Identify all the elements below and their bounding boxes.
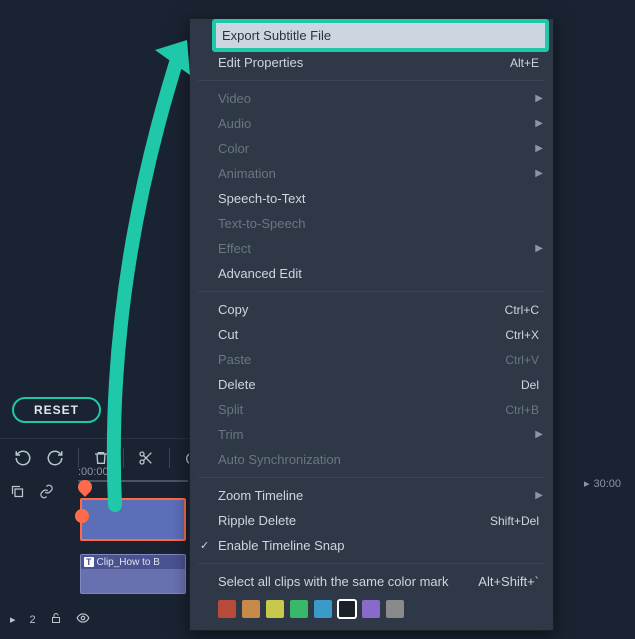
menu-item-edit-properties[interactable]: Edit PropertiesAlt+E	[190, 50, 553, 75]
menu-label: Export Subtitle File	[222, 28, 535, 43]
chevron-right-icon: ▶	[535, 429, 543, 440]
menu-label: Trim	[218, 427, 539, 442]
audio-clip[interactable]	[80, 498, 186, 541]
chevron-right-icon: ▸	[584, 477, 590, 490]
split-icon[interactable]	[138, 449, 154, 467]
menu-item-delete[interactable]: DeleteDel	[190, 372, 553, 397]
menu-item-speech-to-text[interactable]: Speech-to-Text	[190, 186, 553, 211]
menu-label: Enable Timeline Snap	[218, 538, 539, 553]
menu-label: Animation	[218, 166, 539, 181]
menu-separator	[198, 563, 545, 564]
color-swatch[interactable]	[242, 600, 260, 618]
menu-label: Edit Properties	[218, 55, 510, 70]
undo-icon[interactable]	[14, 449, 32, 467]
menu-shortcut: Ctrl+V	[505, 353, 539, 367]
redo-icon[interactable]	[46, 449, 64, 467]
chevron-right-icon: ▶	[535, 168, 543, 179]
menu-shortcut: Ctrl+B	[505, 403, 539, 417]
menu-label: Video	[218, 91, 539, 106]
menu-item-cut[interactable]: CutCtrl+X	[190, 322, 553, 347]
menu-item-advanced-edit[interactable]: Advanced Edit	[190, 261, 553, 286]
color-swatch[interactable]	[314, 600, 332, 618]
menu-item-enable-timeline-snap[interactable]: ✓ Enable Timeline Snap	[190, 533, 553, 558]
menu-label: Text-to-Speech	[218, 216, 539, 231]
ruler-line	[78, 480, 188, 482]
menu-item-paste: PasteCtrl+V	[190, 347, 553, 372]
copy-track-icon[interactable]	[10, 484, 25, 502]
menu-shortcut: Alt+E	[510, 56, 539, 70]
context-menu: Export Subtitle File Edit PropertiesAlt+E…	[189, 18, 554, 631]
menu-item-split: SplitCtrl+B	[190, 397, 553, 422]
menu-item-trim: Trim▶	[190, 422, 553, 447]
lock-icon[interactable]	[50, 612, 62, 627]
timeline-time-right: ▸ 30:00	[584, 477, 621, 490]
menu-label: Select all clips with the same color mar…	[218, 574, 448, 589]
menu-item-audio: Audio▶	[190, 111, 553, 136]
menu-item-color-mark[interactable]: Select all clips with the same color mar…	[190, 569, 553, 594]
menu-label: Color	[218, 141, 539, 156]
reset-button[interactable]: RESET	[12, 397, 101, 423]
menu-shortcut: Ctrl+X	[505, 328, 539, 342]
toolbar-divider	[169, 448, 170, 468]
menu-label: Copy	[218, 302, 505, 317]
color-swatch[interactable]	[386, 600, 404, 618]
menu-label: Effect	[218, 241, 539, 256]
menu-item-effect: Effect▶	[190, 236, 553, 261]
menu-label: Speech-to-Text	[218, 191, 539, 206]
chevron-right-icon: ▶	[535, 143, 543, 154]
menu-item-color: Color▶	[190, 136, 553, 161]
color-swatch[interactable]	[218, 600, 236, 618]
menu-item-video: Video▶	[190, 86, 553, 111]
menu-shortcut: Shift+Del	[490, 514, 539, 528]
menu-label: Cut	[218, 327, 505, 342]
menu-shortcut: Del	[521, 378, 539, 392]
menu-item-animation: Animation▶	[190, 161, 553, 186]
color-swatch[interactable]	[362, 600, 380, 618]
menu-item-export-subtitle-file[interactable]: Export Subtitle File	[214, 21, 547, 50]
link-icon[interactable]	[39, 484, 54, 502]
menu-label: Split	[218, 402, 505, 417]
menu-separator	[198, 477, 545, 478]
menu-separator	[198, 291, 545, 292]
toolbar-divider	[123, 448, 124, 468]
clip-handle[interactable]	[75, 509, 89, 523]
menu-label: Delete	[218, 377, 521, 392]
menu-item-copy[interactable]: CopyCtrl+C	[190, 297, 553, 322]
color-swatch[interactable]	[338, 600, 356, 618]
track-label-icon: ▸	[10, 613, 16, 626]
color-swatch[interactable]	[266, 600, 284, 618]
menu-label: Audio	[218, 116, 539, 131]
menu-label: Advanced Edit	[218, 266, 539, 281]
check-icon: ✓	[200, 539, 209, 552]
menu-item-auto-synchronization: Auto Synchronization	[190, 447, 553, 472]
chevron-right-icon: ▶	[535, 243, 543, 254]
menu-label: Paste	[218, 352, 505, 367]
chevron-right-icon: ▶	[535, 118, 543, 129]
menu-item-ripple-delete[interactable]: Ripple DeleteShift+Del	[190, 508, 553, 533]
color-swatch-row	[190, 594, 553, 624]
toolbar-divider	[78, 448, 79, 468]
menu-label: Auto Synchronization	[218, 452, 539, 467]
menu-label: Ripple Delete	[218, 513, 490, 528]
chevron-right-icon: ▶	[535, 490, 543, 501]
menu-label: Zoom Timeline	[218, 488, 539, 503]
menu-shortcut: Ctrl+C	[505, 303, 539, 317]
color-swatch[interactable]	[290, 600, 308, 618]
track-controls: ▸ 2	[0, 478, 80, 638]
menu-shortcut: Alt+Shift+`	[478, 574, 539, 589]
track-number: 2	[30, 614, 36, 626]
chevron-right-icon: ▶	[535, 93, 543, 104]
menu-separator	[198, 80, 545, 81]
menu-item-text-to-speech: Text-to-Speech	[190, 211, 553, 236]
menu-item-zoom-timeline[interactable]: Zoom Timeline▶	[190, 483, 553, 508]
text-clip[interactable]: T Clip_How to B	[80, 554, 186, 594]
time-start: :00:00	[78, 466, 109, 478]
delete-icon[interactable]	[93, 449, 109, 467]
visibility-icon[interactable]	[76, 611, 90, 628]
text-icon: T	[84, 557, 94, 567]
clip-label: Clip_How to B	[97, 557, 160, 568]
